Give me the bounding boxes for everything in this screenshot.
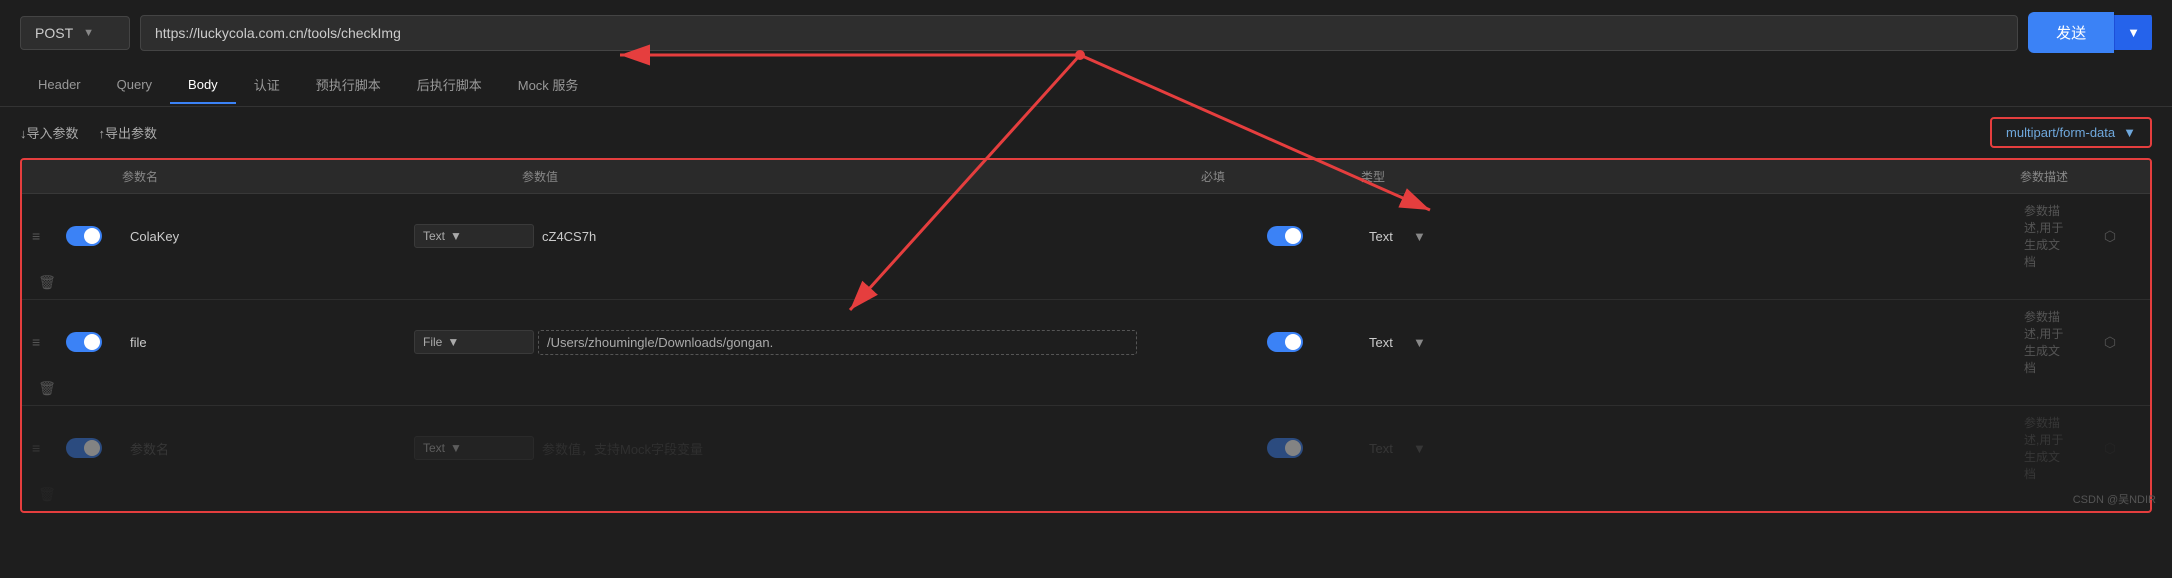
row2-delete-icon[interactable]: 🗑 — [32, 380, 62, 397]
export-params-button[interactable]: ↑导出参数 — [99, 123, 158, 142]
table-header: 参数名 参数值 必填 类型 参数描述 — [22, 160, 2150, 194]
tab-bar: Header Query Body 认证 预执行脚本 后执行脚本 Mock 服务 — [0, 65, 2172, 107]
col-param-value: 参数值 — [522, 168, 1141, 185]
content-type-chevron: ▼ — [2123, 125, 2136, 140]
row3-toggle[interactable] — [66, 438, 102, 458]
table-row: ≡ file File ▼ /Users/zhoumingle/Download… — [22, 300, 2150, 406]
top-bar: POST ▼ 发送 ▼ — [0, 0, 2172, 65]
drag-handle[interactable]: ≡ — [32, 440, 62, 456]
row3-desc: 参数描述,用于生成文档 — [2016, 414, 2076, 482]
row2-desc: 参数描述,用于生成文档 — [2016, 308, 2076, 376]
row1-required — [1205, 226, 1365, 246]
col-required: 必填 — [1201, 168, 1361, 185]
row1-name-type-label: Text — [423, 229, 445, 243]
tab-auth[interactable]: 认证 — [236, 65, 298, 106]
row2-value: /Users/zhoumingle/Downloads/gongan. — [538, 330, 1137, 355]
method-label: POST — [35, 25, 73, 41]
row3-required-toggle[interactable] — [1267, 438, 1303, 458]
row2-required-toggle[interactable] — [1267, 332, 1303, 352]
tab-header[interactable]: Header — [20, 67, 99, 104]
tab-pre-script[interactable]: 预执行脚本 — [298, 65, 399, 106]
row3-name-placeholder: 参数名 — [130, 439, 410, 458]
row1-type-label: Text — [1369, 229, 1409, 244]
send-button[interactable]: 发送 — [2028, 12, 2114, 53]
content-type-label: multipart/form-data — [2006, 125, 2115, 140]
row2-type-chevron[interactable]: ▼ — [1413, 335, 2012, 350]
drag-handle[interactable]: ≡ — [32, 334, 62, 350]
row2-copy-icon[interactable]: ⬡ — [2080, 334, 2140, 351]
row3-name-type[interactable]: Text ▼ — [414, 436, 534, 460]
table-row: ≡ 参数名 Text ▼ 参数值，支持Mock字段变量 Text ▼ 参数描述,… — [22, 406, 2150, 511]
col-param-name: 参数名 — [122, 168, 402, 185]
content-type-select[interactable]: multipart/form-data ▼ — [1990, 117, 2152, 148]
tab-mock[interactable]: Mock 服务 — [500, 65, 597, 106]
row3-value-placeholder: 参数值，支持Mock字段变量 — [538, 439, 1137, 458]
row1-toggle[interactable] — [66, 226, 102, 246]
row1-type-chevron[interactable]: ▼ — [1413, 229, 2012, 244]
row1-name: ColaKey — [130, 229, 410, 244]
row2-name: file — [130, 335, 410, 350]
row2-name-type[interactable]: File ▼ — [414, 330, 534, 354]
method-chevron: ▼ — [83, 27, 94, 39]
row2-name-type-chevron: ▼ — [447, 335, 459, 349]
drag-handle[interactable]: ≡ — [32, 228, 62, 244]
send-btn-group: 发送 ▼ — [2028, 12, 2152, 53]
import-params-button[interactable]: ↓导入参数 — [20, 123, 79, 142]
row1-name-type-chevron: ▼ — [450, 229, 462, 243]
actions-left: ↓导入参数 ↑导出参数 — [20, 123, 157, 142]
tab-body[interactable]: Body — [170, 67, 236, 104]
tab-query[interactable]: Query — [99, 67, 170, 104]
row3-type-label: Text — [1369, 441, 1409, 456]
row3-required — [1205, 438, 1365, 458]
row1-desc: 参数描述,用于生成文档 — [2016, 202, 2076, 270]
table-row: ≡ ColaKey Text ▼ cZ4CS7h Text ▼ 参数描述,用于生… — [22, 194, 2150, 300]
row1-copy-icon[interactable]: ⬡ — [2080, 228, 2140, 245]
params-table: 参数名 参数值 必填 类型 参数描述 ≡ ColaKey Text ▼ cZ4C… — [20, 158, 2152, 513]
tab-post-script[interactable]: 后执行脚本 — [399, 65, 500, 106]
row2-name-type-label: File — [423, 335, 442, 349]
row2-toggle[interactable] — [66, 332, 102, 352]
url-input[interactable] — [140, 15, 2018, 51]
row3-name-type-chevron: ▼ — [450, 441, 462, 455]
col-desc: 参数描述 — [2020, 168, 2080, 185]
row1-value: cZ4CS7h — [538, 229, 1137, 244]
send-chevron-button[interactable]: ▼ — [2114, 15, 2152, 50]
actions-bar: ↓导入参数 ↑导出参数 multipart/form-data ▼ — [0, 107, 2172, 158]
row3-type-chevron[interactable]: ▼ — [1413, 441, 2012, 456]
row2-required — [1205, 332, 1365, 352]
row3-delete-icon[interactable]: 🗑 — [32, 486, 62, 503]
row2-type-label: Text — [1369, 335, 1409, 350]
row3-name-type-label: Text — [423, 441, 445, 455]
method-select[interactable]: POST ▼ — [20, 16, 130, 50]
row1-name-type[interactable]: Text ▼ — [414, 224, 534, 248]
col-type: 类型 — [1361, 168, 1401, 185]
row1-required-toggle[interactable] — [1267, 226, 1303, 246]
row1-delete-icon[interactable]: 🗑 — [32, 274, 62, 291]
watermark: CSDN @吴NDIR — [2073, 491, 2156, 507]
row3-copy-icon[interactable]: ⬡ — [2080, 440, 2140, 457]
